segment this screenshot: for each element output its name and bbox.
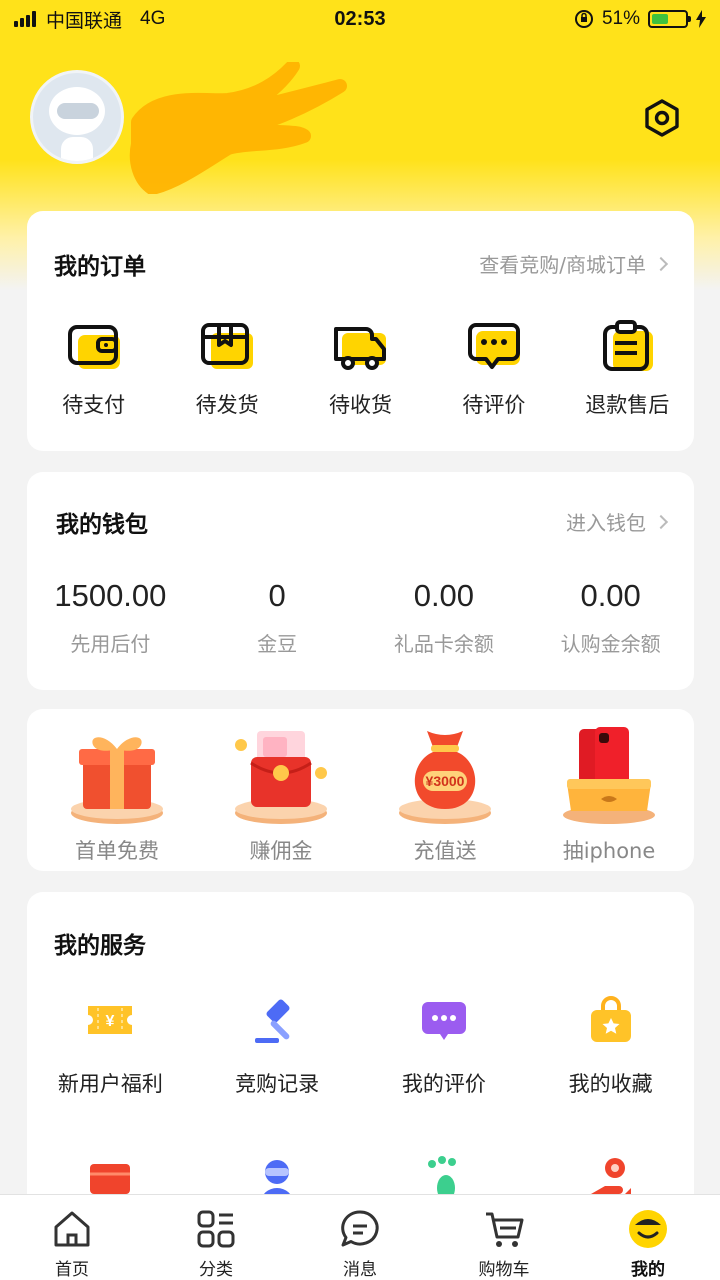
order-pending-review[interactable]: 待评价 [427,319,560,419]
tab-label: 我的 [631,1260,665,1280]
wallet-value: 0 [268,578,286,613]
tab-category[interactable]: 分类 [144,1195,288,1280]
message-icon [341,1210,379,1247]
cart-icon [486,1212,524,1247]
chat-bubble-icon [421,1002,466,1040]
package-icon [201,323,254,369]
wallet-item-pay-later[interactable]: 1500.00 先用后付 [27,578,194,657]
promo-iphone-draw[interactable]: 抽iphone [527,723,691,865]
wallet-label: 先用后付 [70,632,151,656]
order-item-label: 待评价 [462,393,526,417]
wallet-item-subscription[interactable]: 0.00 认购金余额 [527,578,694,657]
orders-card: 我的订单 查看竞购/商城订单 待支付 待发货 待收货 待评价 退款售后 [27,211,694,451]
promo-recharge-bonus[interactable]: ¥3000 充值送 [363,723,527,865]
order-item-label: 退款售后 [585,393,670,417]
tab-label: 分类 [199,1260,233,1280]
service-my-reviews[interactable]: 我的评价 [361,994,528,1098]
service-label: 竞购记录 [235,1072,320,1096]
service-label: 我的评价 [401,1072,486,1096]
comment-icon [467,323,520,369]
tab-label: 购物车 [478,1260,530,1280]
enter-wallet-label: 进入钱包 [566,511,646,535]
order-pending-shipment[interactable]: 待发货 [160,319,293,419]
coupon-icon: ¥ [88,1006,133,1034]
services-card: 我的服务 ¥ 新用户福利 竞购记录 我的评价 我的收藏 [27,892,694,1222]
wallet-item-gift-card[interactable]: 0.00 礼品卡余额 [361,578,528,657]
red-envelope-icon [235,731,327,824]
chevron-right-icon [653,514,669,529]
view-orders-label: 查看竞购/商城订单 [479,253,646,277]
network-type: 4G [140,8,166,29]
wallet-value: 1500.00 [54,578,167,613]
iphone-prize-icon [563,727,655,824]
services-row: ¥ 新用户福利 竞购记录 我的评价 我的收藏 [27,994,694,1098]
orders-title: 我的订单 [54,254,146,280]
service-label: 我的收藏 [568,1072,653,1096]
redacted-username-scribble [129,62,347,194]
signal-icon [14,11,36,27]
home-icon [54,1211,90,1247]
order-pending-receipt[interactable]: 待收货 [294,319,427,419]
truck-icon [334,327,387,370]
tab-home[interactable]: 首页 [0,1195,144,1280]
services-title: 我的服务 [54,933,146,959]
carrier-name: 中国联通 [46,10,123,32]
enter-wallet-link[interactable]: 进入钱包 [566,507,669,536]
service-new-user-benefits[interactable]: ¥ 新用户福利 [27,994,194,1098]
promo-earn-commission[interactable]: 赚佣金 [199,723,363,865]
service-label: 新用户福利 [57,1072,163,1096]
battery-icon [648,10,691,28]
wallet-item-gold-beans[interactable]: 0 金豆 [194,578,361,657]
chevron-right-icon [653,256,669,271]
tab-messages[interactable]: 消息 [288,1195,432,1280]
category-icon [197,1210,235,1248]
promo-first-order-free[interactable]: 首单免费 [35,723,199,865]
clipboard-icon [603,320,654,371]
tab-cart[interactable]: 购物车 [432,1195,576,1280]
mine-face-icon [629,1210,667,1248]
gift-box-icon [71,737,163,824]
wallet-title: 我的钱包 [56,512,148,538]
status-bar: 中国联通 4G 02:53 51% [0,0,720,38]
hexagon-settings-icon [645,99,679,137]
order-item-label: 待收货 [328,393,392,417]
wallet-label: 金豆 [257,632,298,656]
avatar[interactable] [30,70,124,164]
charging-icon [696,10,706,28]
promo-label: 抽iphone [562,839,656,863]
order-pending-payment[interactable]: 待支付 [27,319,160,419]
tab-label: 首页 [55,1260,89,1280]
promo-card: 首单免费 赚佣金 ¥3000 充值送 抽iphone [27,709,694,871]
orientation-lock-icon [574,10,593,28]
order-status-row: 待支付 待发货 待收货 待评价 退款售后 [27,319,694,419]
service-my-favorites[interactable]: 我的收藏 [527,994,694,1098]
promo-row: 首单免费 赚佣金 ¥3000 充值送 抽iphone [27,723,694,865]
auction-hammer-icon [255,999,290,1043]
battery-fill [652,14,669,24]
wallet-label: 礼品卡余额 [393,632,494,656]
money-bag-icon: ¥3000 [399,731,491,824]
promo-label: 赚佣金 [249,839,313,863]
order-item-label: 待支付 [62,393,126,417]
order-refund-aftersales[interactable]: 退款售后 [561,319,694,419]
tab-mine[interactable]: 我的 [576,1195,720,1280]
wallet-icon [67,325,120,369]
wallet-label: 认购金余额 [560,632,661,656]
wallet-value: 0.00 [413,578,475,613]
order-item-label: 待发货 [195,393,259,417]
wallet-values-row: 1500.00 先用后付 0 金豆 0.00 礼品卡余额 0.00 认购金余额 [27,578,694,657]
svg-text:¥: ¥ [106,1013,115,1030]
wallet-card: 我的钱包 进入钱包 1500.00 先用后付 0 金豆 0.00 礼品卡余额 0… [27,472,694,690]
settings-button[interactable] [640,96,684,140]
view-orders-link[interactable]: 查看竞购/商城订单 [479,249,669,278]
promo-label: 充值送 [413,839,477,863]
money-bag-badge: ¥3000 [426,773,465,789]
tab-label: 消息 [343,1260,377,1280]
battery-percent: 51% [601,8,640,29]
bottom-tab-bar: 首页 分类 消息 购物车 我的 [0,1194,720,1280]
favorite-bag-icon [590,996,631,1042]
promo-label: 首单免费 [75,839,159,863]
service-auction-records[interactable]: 竞购记录 [194,994,361,1098]
wallet-value: 0.00 [580,578,641,613]
